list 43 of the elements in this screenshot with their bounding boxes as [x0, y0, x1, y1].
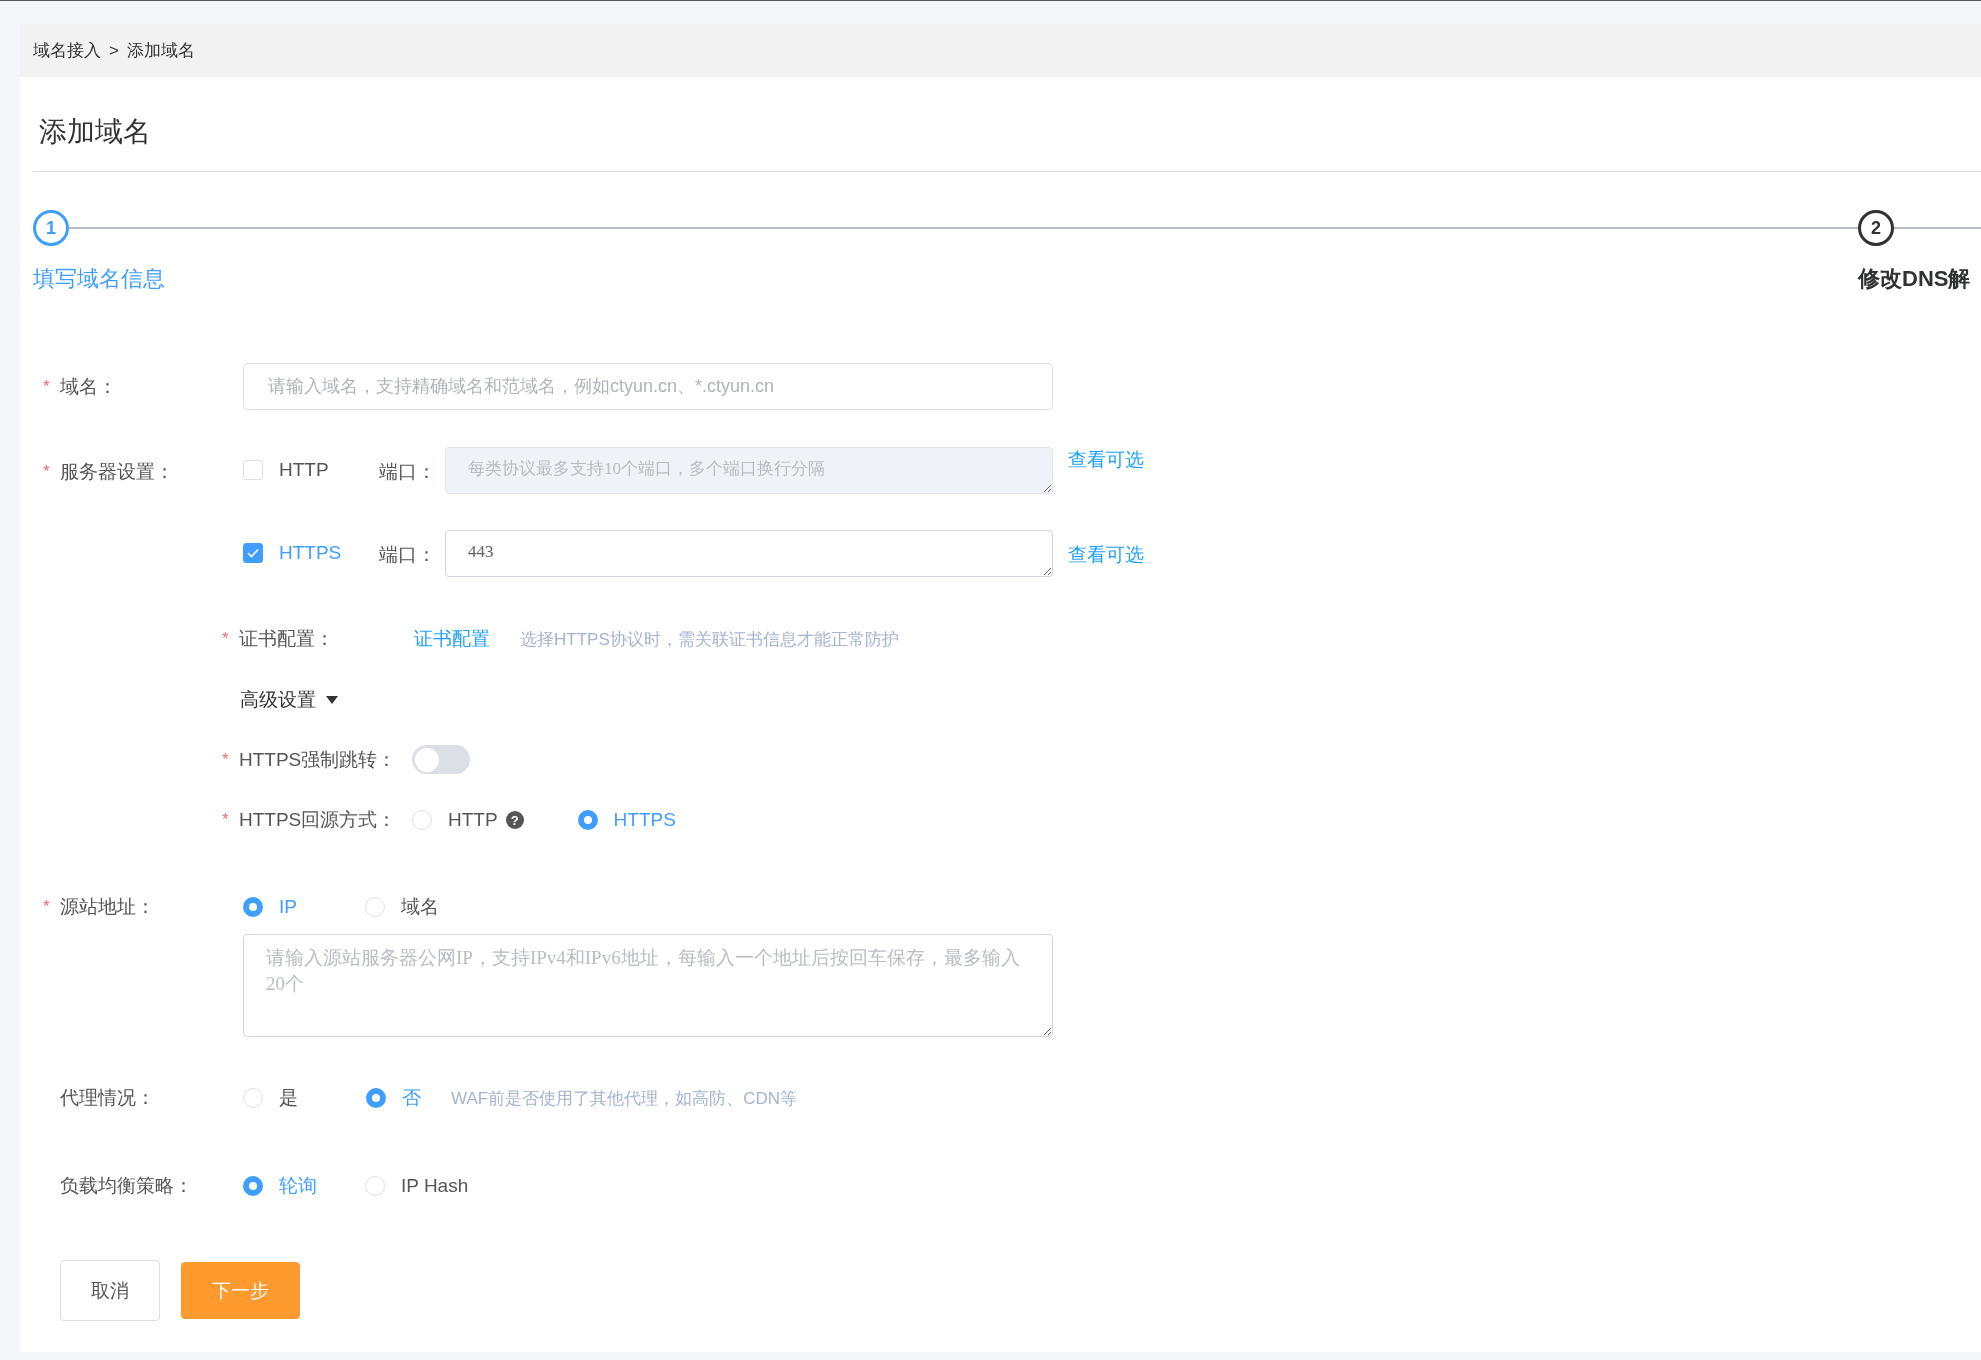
- radio-button[interactable]: [577, 810, 598, 830]
- required-asterisk: *: [43, 897, 51, 917]
- domain-input[interactable]: 请输入域名，支持精确域名和范域名，例如ctyun.cn、*.ctyun.cn: [243, 363, 1053, 410]
- origin-address-textarea[interactable]: 请输入源站服务器公网IP，支持IPv4和IPv6地址，每输入一个地址后按回车保存，最多输入20个: [243, 934, 1053, 1037]
- port-label: 端口：: [379, 543, 437, 567]
- field-label: HTTPS强制跳转：: [239, 747, 397, 772]
- port-textarea[interactable]: 443: [445, 530, 1053, 577]
- field-label: 代理情况：: [60, 1086, 155, 1110]
- field-label: 负载均衡策略：: [60, 1174, 193, 1198]
- step-label: 修改DNS解: [1858, 265, 1972, 293]
- field-label: 域名：: [60, 374, 117, 399]
- required-asterisk: *: [43, 462, 51, 482]
- cancel-button[interactable]: 取消: [60, 1260, 160, 1321]
- checkbox[interactable]: [243, 543, 263, 563]
- step-number: 1: [33, 210, 69, 246]
- field-label: 源站地址：: [60, 895, 155, 919]
- advanced-settings-toggle[interactable]: 高级设置: [240, 687, 338, 713]
- radio-button[interactable]: [243, 897, 263, 917]
- toggle-switch[interactable]: [412, 745, 470, 774]
- port-label: 端口：: [379, 460, 437, 484]
- radio-label[interactable]: IP Hash: [401, 1175, 469, 1197]
- proxy-hint: WAF前是否使用了其他代理，如高防、CDN等: [451, 1087, 797, 1110]
- check-icon: [247, 548, 259, 558]
- field-label: 服务器设置：: [60, 460, 174, 484]
- field-label: 证书配置：: [239, 627, 334, 651]
- radio-label[interactable]: 域名: [400, 894, 439, 920]
- field-label: HTTPS回源方式：: [239, 808, 397, 832]
- radio-label[interactable]: HTTP: [448, 809, 498, 831]
- radio-button[interactable]: [243, 1176, 263, 1196]
- breadcrumb-item[interactable]: 添加域名: [126, 39, 195, 62]
- radio-button[interactable]: [366, 1088, 386, 1108]
- required-asterisk: *: [222, 810, 230, 830]
- help-icon[interactable]: ?: [505, 811, 524, 829]
- page-title: 添加域名: [33, 77, 1981, 172]
- required-asterisk: *: [43, 376, 51, 397]
- required-asterisk: *: [222, 629, 230, 649]
- required-asterisk: *: [222, 749, 230, 770]
- step-label: 填写域名信息: [33, 265, 166, 293]
- step-number: 2: [1858, 210, 1894, 246]
- radio-label[interactable]: 是: [279, 1085, 298, 1111]
- certificate-hint: 选择HTTPS协议时，需关联证书信息才能正常防护: [520, 628, 899, 651]
- breadcrumb-separator: >: [109, 40, 119, 61]
- breadcrumb-item[interactable]: 域名接入: [33, 39, 101, 62]
